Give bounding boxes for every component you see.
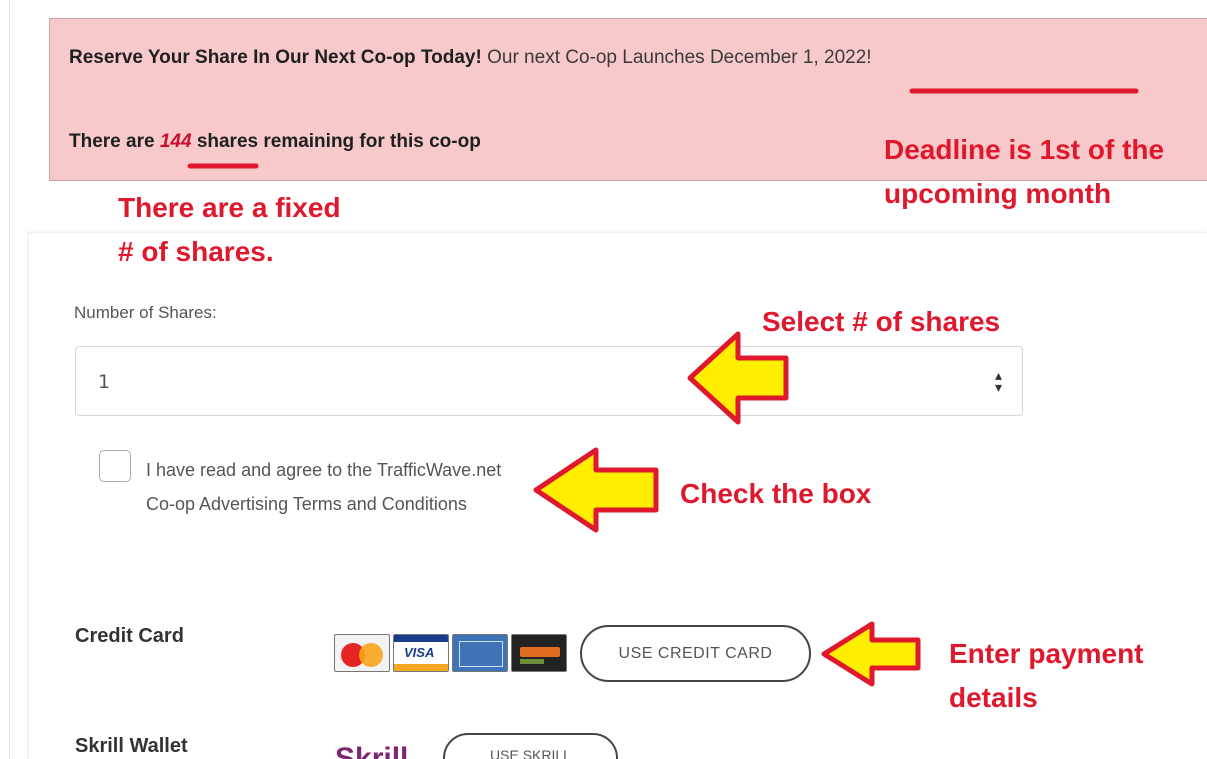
- page: Reserve Your Share In Our Next Co-op Tod…: [0, 0, 1207, 759]
- arrow-payment-icon: [821, 621, 921, 687]
- arrow-checkbox-icon: [533, 447, 659, 533]
- annotation-overlay: [187, 88, 1139, 687]
- arrow-select-icon: [687, 331, 789, 425]
